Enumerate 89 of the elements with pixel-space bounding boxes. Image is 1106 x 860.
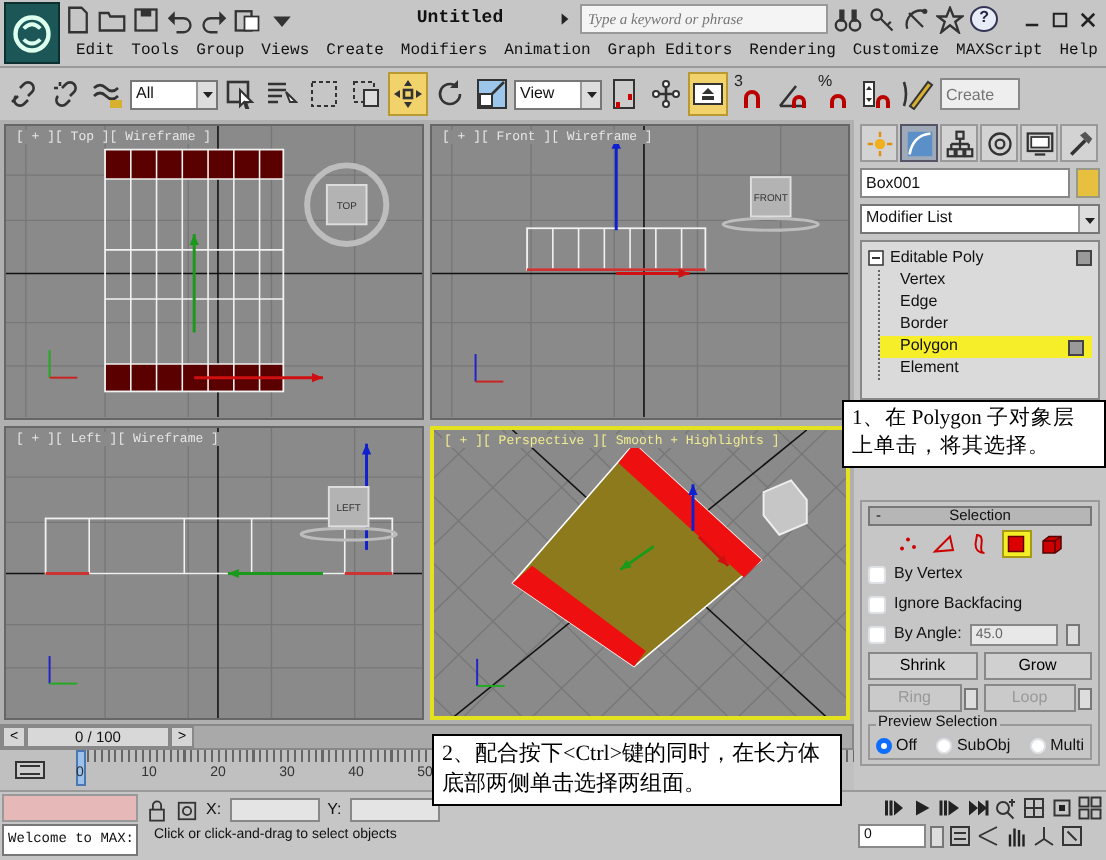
named-selection-field[interactable]: Create (940, 78, 1020, 110)
menu-item[interactable]: Rendering (749, 43, 836, 61)
stack-item[interactable]: Border (880, 314, 1092, 336)
stack-item[interactable]: Polygon (880, 336, 1092, 358)
object-name-field[interactable]: Box001 (860, 168, 1070, 198)
project-folder-icon[interactable] (234, 5, 262, 33)
close-icon[interactable] (1078, 9, 1098, 29)
dropdown[interactable]: View (514, 79, 602, 109)
stack-item[interactable]: Editable Poly (890, 249, 1070, 267)
menu-item[interactable]: Create (326, 43, 384, 61)
action-button[interactable]: Shrink (868, 652, 977, 680)
menu-item[interactable]: Edit (76, 43, 115, 61)
stack-item[interactable]: Edge (880, 292, 1092, 314)
new-file-icon[interactable] (64, 5, 92, 33)
checkbox-label: By Angle: (894, 626, 962, 644)
menu-item[interactable]: Customize (852, 43, 940, 61)
action-button[interactable]: Grow (983, 652, 1092, 680)
checkbox[interactable] (868, 566, 886, 584)
app-logo-icon[interactable] (10, 11, 54, 55)
checkbox-label: Ignore Backfacing (894, 596, 1023, 614)
caret-icon (199, 86, 215, 102)
redo-icon[interactable] (200, 5, 228, 33)
menu-item[interactable]: Animation (504, 43, 591, 61)
callout-tooltip: 1、在 Polygon 子对象层上单击，将其选择。 (842, 400, 1106, 469)
coordinate-field[interactable] (229, 798, 320, 822)
snap-tool-button[interactable]: 3 (730, 72, 770, 116)
object-color-swatch[interactable] (1076, 168, 1100, 198)
selection-lock-icon[interactable] (176, 799, 198, 821)
binoculars-icon[interactable] (834, 5, 862, 33)
save-icon[interactable] (132, 5, 160, 33)
checkbox[interactable] (868, 626, 886, 644)
radio-label: SubObj (956, 738, 1011, 756)
toggle-box[interactable] (1076, 250, 1092, 266)
play-icon[interactable] (910, 796, 934, 820)
pan-hand-icon[interactable] (1004, 824, 1028, 848)
star-icon[interactable] (936, 5, 964, 33)
view-cube (299, 485, 398, 541)
menu-item[interactable]: Tools (131, 43, 180, 61)
zoom-icon[interactable] (994, 796, 1018, 820)
expand-toggle-icon[interactable] (868, 250, 884, 266)
checkbox-label: By Vertex (894, 566, 963, 584)
radio-label: Off (896, 738, 918, 756)
key-icon[interactable] (868, 5, 896, 33)
coordinate-label: X: (206, 801, 222, 819)
next-key-icon[interactable] (938, 796, 962, 820)
move-gizmo-drawing (619, 483, 730, 570)
radio-button[interactable] (876, 738, 892, 755)
dropdown[interactable]: All (130, 79, 218, 109)
axis-tripod-drawing (474, 353, 505, 383)
field-of-view-icon[interactable] (976, 824, 1000, 848)
spinner[interactable] (1065, 624, 1080, 646)
lock-icon[interactable] (146, 799, 168, 821)
spinner[interactable] (930, 825, 944, 847)
zoom-all-icon[interactable] (1022, 796, 1046, 820)
radio-label: Multi (1050, 738, 1084, 756)
menu-item[interactable]: Graph Editors (607, 43, 733, 61)
go-to-end-icon[interactable] (966, 796, 990, 820)
menu-item[interactable]: Modifiers (400, 43, 488, 61)
percent-snap-tool-button[interactable]: % (814, 72, 854, 116)
coordinate-field[interactable] (349, 798, 440, 822)
coordinate-label: Y: (327, 801, 342, 819)
menu-item[interactable]: Group (196, 43, 245, 61)
axis-tripod-drawing (48, 349, 79, 379)
zoom-extents-all-icon[interactable] (1078, 796, 1102, 820)
satellite-icon[interactable] (902, 5, 930, 33)
maxscript-listener-field[interactable] (2, 794, 138, 822)
menu-item[interactable]: MAXScript (956, 43, 1043, 61)
menu-item[interactable]: Views (261, 43, 310, 61)
caret-icon (583, 86, 599, 102)
stack-item[interactable]: Vertex (880, 270, 1092, 292)
menu-item[interactable]: Help (1059, 43, 1098, 61)
modifier-list-dropdown[interactable]: Modifier List (860, 204, 1100, 234)
callout-tooltip: 2、配合按下<Ctrl>键的同时，在长方体底部两侧单击选择两组面。 (432, 734, 842, 806)
play-arrow-icon[interactable] (556, 10, 574, 28)
view-cube (304, 162, 390, 247)
orbit-icon[interactable] (1032, 824, 1056, 848)
zoom-extents-icon[interactable] (1050, 796, 1074, 820)
axis-tripod-drawing (48, 654, 79, 684)
window-title: Untitled (414, 9, 506, 29)
time-config-icon[interactable] (948, 824, 972, 848)
view-cube (721, 176, 820, 232)
current-frame-marker[interactable] (76, 750, 86, 786)
maximize-viewport-icon[interactable] (1060, 824, 1084, 848)
pause-icon[interactable] (882, 796, 906, 820)
stack-item[interactable]: Element (880, 358, 1092, 380)
axis-tripod-drawing (476, 656, 506, 686)
checkbox[interactable] (868, 596, 886, 614)
help-button[interactable]: ? (970, 6, 998, 32)
maximize-icon[interactable] (1050, 9, 1070, 29)
